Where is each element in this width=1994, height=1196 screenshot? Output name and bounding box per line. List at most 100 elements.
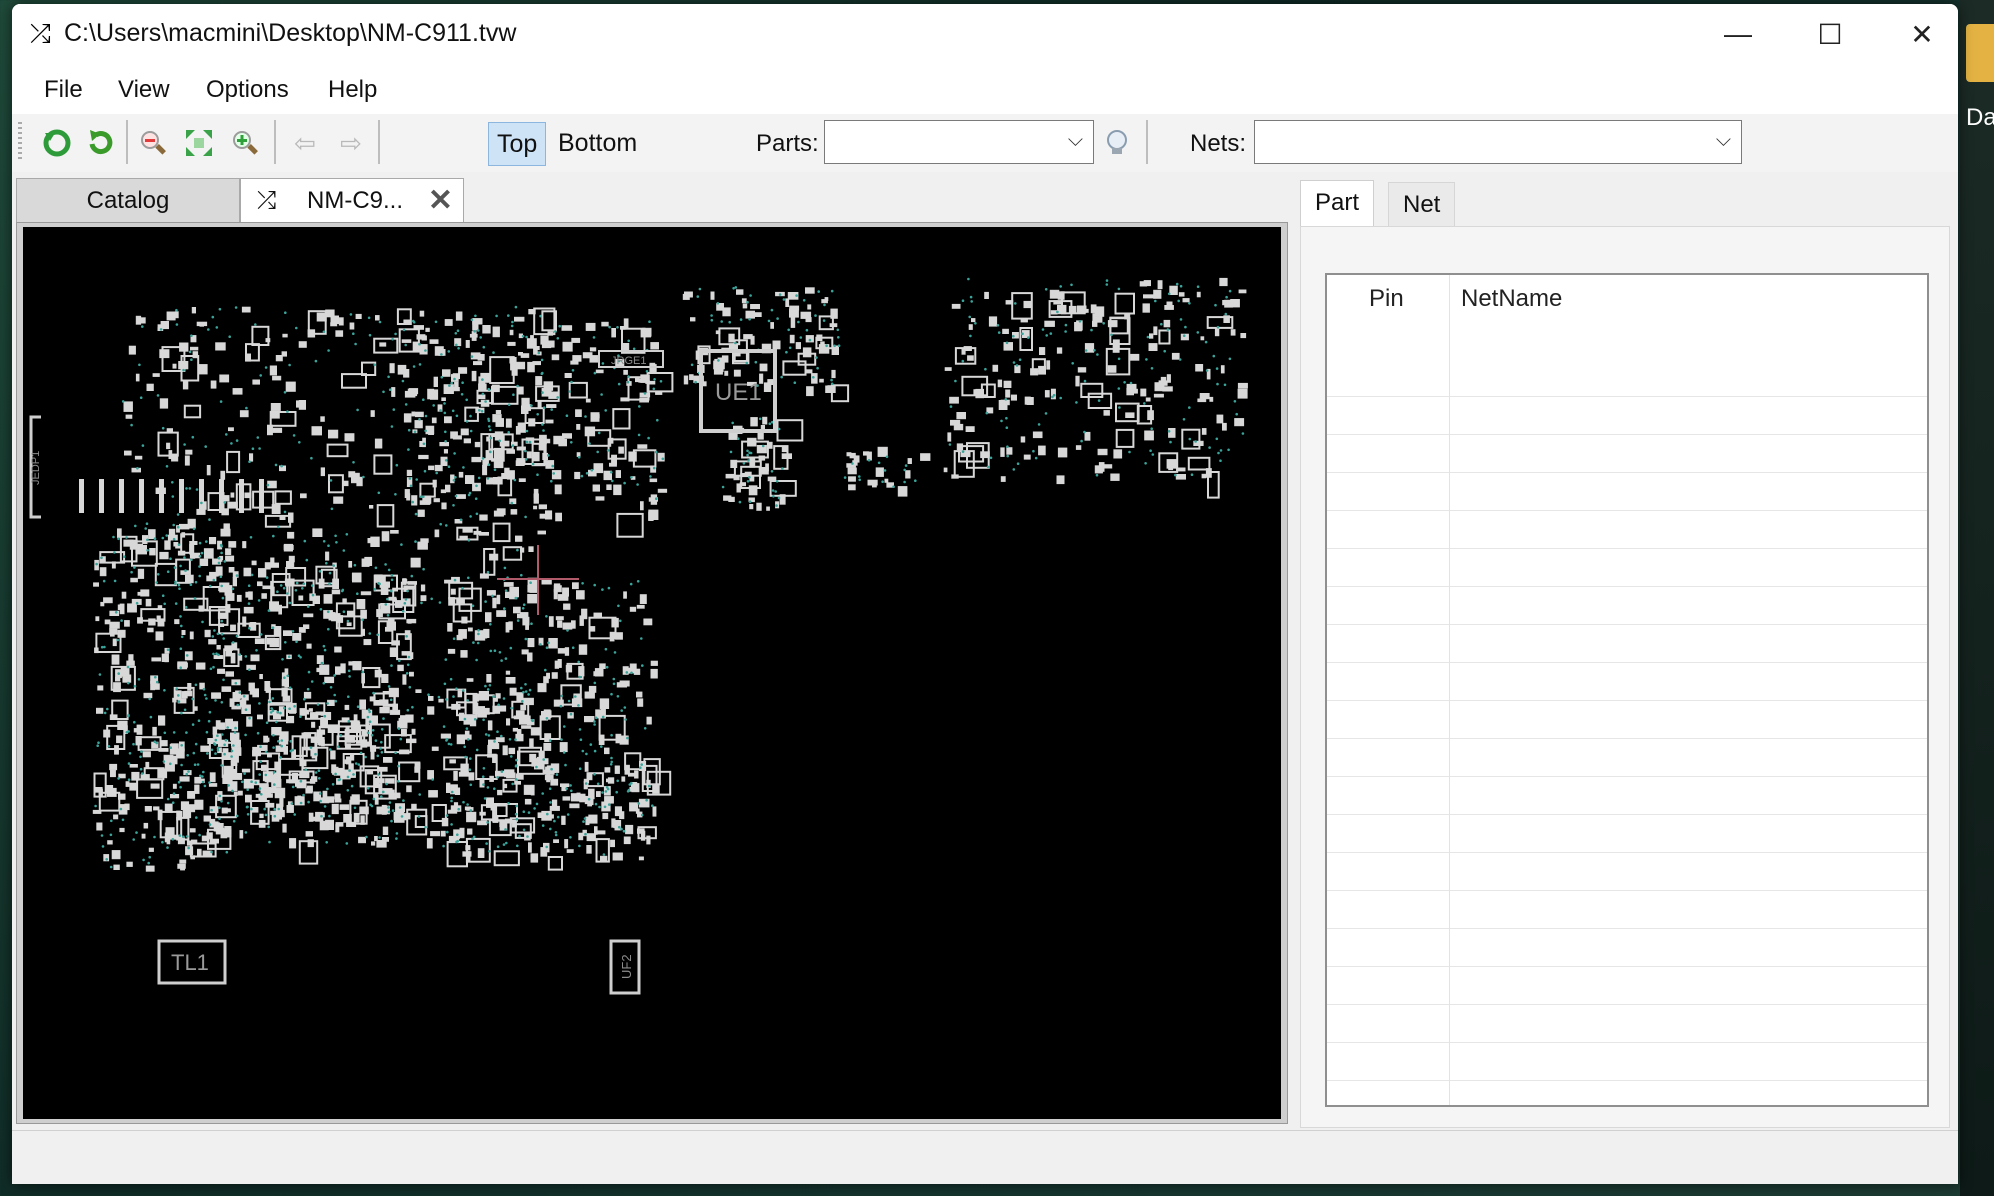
component-footprint[interactable] xyxy=(310,737,316,743)
component-footprint[interactable] xyxy=(198,605,204,612)
connector-pin[interactable] xyxy=(79,479,84,513)
component-footprint[interactable] xyxy=(199,558,209,566)
component-footprint[interactable] xyxy=(124,450,132,456)
component-footprint[interactable] xyxy=(534,758,542,762)
component-footprint[interactable] xyxy=(461,734,472,740)
component-footprint[interactable] xyxy=(517,422,526,433)
component-footprint[interactable] xyxy=(181,691,188,699)
component-footprint[interactable] xyxy=(877,446,888,457)
component-footprint[interactable] xyxy=(595,791,601,798)
component-footprint[interactable] xyxy=(634,377,640,383)
component-footprint[interactable] xyxy=(623,591,627,599)
component-footprint[interactable] xyxy=(406,812,411,820)
component-footprint[interactable] xyxy=(507,341,516,346)
component-footprint[interactable] xyxy=(282,630,293,637)
component-footprint[interactable] xyxy=(127,603,137,613)
component-footprint[interactable] xyxy=(389,363,395,374)
component-footprint[interactable] xyxy=(325,551,330,561)
component-footprint[interactable] xyxy=(225,671,234,677)
component-footprint[interactable] xyxy=(585,322,596,331)
component-footprint[interactable] xyxy=(126,861,133,867)
component-footprint[interactable] xyxy=(742,303,748,309)
component-footprint[interactable] xyxy=(283,745,288,755)
component-footprint[interactable] xyxy=(1238,289,1247,294)
component-footprint[interactable] xyxy=(758,455,766,461)
component-footprint[interactable] xyxy=(431,417,437,424)
component-footprint[interactable] xyxy=(257,581,263,587)
connector-pin[interactable] xyxy=(99,479,104,513)
component-footprint[interactable] xyxy=(96,822,103,831)
component-footprint[interactable] xyxy=(513,715,522,720)
component-footprint[interactable] xyxy=(1153,326,1158,336)
component-footprint[interactable] xyxy=(905,470,911,479)
zoom-out-icon[interactable] xyxy=(134,124,172,162)
component-footprint[interactable] xyxy=(650,342,659,350)
component-footprint[interactable] xyxy=(201,835,208,842)
component-footprint[interactable] xyxy=(291,772,299,783)
component-footprint[interactable] xyxy=(1003,380,1012,388)
component-footprint[interactable] xyxy=(417,541,428,550)
component-footprint[interactable] xyxy=(264,680,271,691)
component-footprint[interactable] xyxy=(575,409,582,418)
component-footprint[interactable] xyxy=(189,828,196,833)
component-footprint[interactable] xyxy=(1032,431,1043,439)
component-footprint[interactable] xyxy=(578,666,585,677)
component-footprint[interactable] xyxy=(342,480,349,487)
component-footprint[interactable] xyxy=(147,627,154,633)
component-footprint[interactable] xyxy=(480,372,491,383)
component-footprint[interactable] xyxy=(867,479,878,486)
component-footprint[interactable] xyxy=(270,562,279,568)
component-footprint[interactable] xyxy=(543,742,552,751)
component-footprint[interactable] xyxy=(650,668,658,679)
component-footprint[interactable] xyxy=(428,465,435,471)
component-footprint[interactable] xyxy=(749,458,756,468)
component-footprint[interactable] xyxy=(599,855,608,862)
component-footprint[interactable] xyxy=(508,621,513,630)
component-footprint[interactable] xyxy=(1237,382,1248,389)
component-footprint[interactable] xyxy=(484,612,492,623)
component-footprint[interactable] xyxy=(1010,394,1018,401)
connector-pin[interactable] xyxy=(159,479,164,513)
component-footprint[interactable] xyxy=(629,802,639,812)
component-footprint[interactable] xyxy=(170,793,180,799)
component-footprint[interactable] xyxy=(593,463,604,474)
component-footprint[interactable] xyxy=(520,353,530,358)
component-footprint[interactable] xyxy=(510,360,516,371)
bulb-icon[interactable] xyxy=(1098,124,1136,162)
component-footprint[interactable] xyxy=(1160,376,1167,384)
component-footprint[interactable] xyxy=(172,363,177,369)
component-footprint[interactable] xyxy=(479,514,488,521)
component-footprint[interactable] xyxy=(427,388,435,400)
component-footprint[interactable] xyxy=(474,630,486,641)
component-footprint[interactable] xyxy=(548,616,554,627)
component-footprint[interactable] xyxy=(497,789,503,796)
component-footprint[interactable] xyxy=(725,473,736,479)
component-footprint[interactable] xyxy=(379,342,387,347)
component-footprint[interactable] xyxy=(358,836,366,844)
component-footprint[interactable] xyxy=(306,785,313,793)
component-footprint[interactable] xyxy=(528,418,536,427)
component-footprint[interactable] xyxy=(177,863,186,869)
component-footprint[interactable] xyxy=(1075,445,1082,450)
component-footprint[interactable] xyxy=(440,489,447,494)
component-footprint[interactable] xyxy=(117,720,128,730)
component-footprint[interactable] xyxy=(405,738,417,744)
menu-view[interactable]: View xyxy=(118,76,170,104)
component-footprint[interactable] xyxy=(614,765,620,774)
component-footprint[interactable] xyxy=(217,668,225,674)
component-footprint[interactable] xyxy=(1103,410,1110,416)
component-footprint[interactable] xyxy=(94,647,99,654)
component-footprint[interactable] xyxy=(588,788,595,800)
component-footprint[interactable] xyxy=(1003,342,1013,351)
component-footprint[interactable] xyxy=(408,388,419,395)
component-footprint[interactable] xyxy=(491,384,500,393)
connector-pin[interactable] xyxy=(239,479,244,513)
component-footprint[interactable] xyxy=(789,305,800,311)
component-footprint[interactable] xyxy=(356,598,366,610)
component-footprint[interactable] xyxy=(177,662,188,668)
chevron-down-icon[interactable]: ⌵ xyxy=(1068,129,1083,152)
component-footprint[interactable] xyxy=(239,830,244,839)
component-footprint[interactable] xyxy=(599,663,606,670)
component-footprint[interactable] xyxy=(224,645,233,652)
component-footprint[interactable] xyxy=(505,676,516,684)
